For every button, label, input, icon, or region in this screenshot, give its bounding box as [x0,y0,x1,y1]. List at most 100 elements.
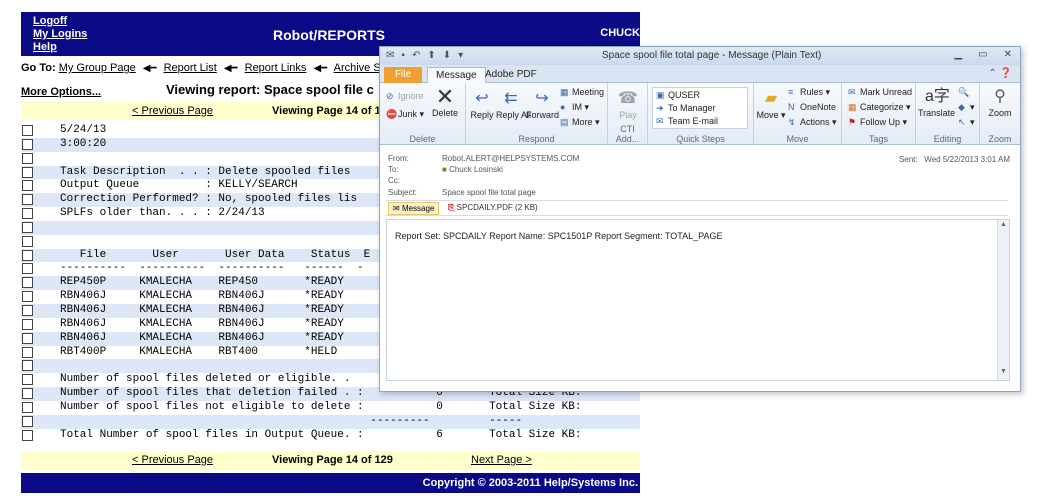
envelope-icon: ✉ [848,87,856,97]
reply-all-button[interactable]: ⇇ Reply All [496,89,531,120]
save-icon[interactable]: ▪ [401,50,405,61]
line-checkbox[interactable] [22,194,33,206]
report-line-text: --------- ----- [60,414,523,427]
junk-button[interactable]: ⛔Junk ▾ [386,109,424,120]
categorize-icon: ▦ [848,102,857,112]
pdf-icon: ⎘ [448,203,455,212]
line-checkbox[interactable] [22,235,33,247]
zoom-button[interactable]: ⚲ Zoom [984,87,1016,118]
tab-file[interactable]: File [384,67,422,83]
ignore-button[interactable]: ⊘ Ignore [386,91,424,102]
line-checkbox[interactable] [22,388,33,400]
delete-button[interactable]: ✕ Delete [428,86,462,119]
previous-page-link[interactable]: < Previous Page [132,105,213,117]
help-icon[interactable]: ⌃ ❓ [988,68,1012,79]
pdf-attachment[interactable]: ⎘ SPCDAILY.PDF (2 KB) [448,203,538,213]
message-body[interactable]: Report Set: SPCDAILY Report Name: SPC150… [386,219,1010,381]
viewing-report-title: Viewing report: Space spool file c [166,82,374,97]
to-value[interactable]: ■ Chuck Losinski [442,165,503,174]
message-header: From: Robot.ALERT@HELPSYSTEMS.COM Sent: … [380,146,1020,218]
rules-icon: ≡ [788,87,794,97]
help-link[interactable]: Help [33,41,87,54]
report-line-text: RBN406J KMALECHA RBN406J *READY [60,303,344,316]
message-attachment-tab[interactable]: ✉ Message [388,202,440,215]
undo-icon[interactable]: ↶ [412,50,420,61]
meeting-button[interactable]: ▦ Meeting [560,87,604,98]
line-checkbox[interactable] [22,277,33,289]
line-checkbox[interactable] [22,401,33,413]
move-button[interactable]: ▰ Move ▾ [756,89,786,121]
from-value[interactable]: Robot.ALERT@HELPSYSTEMS.COM [442,154,579,163]
logoff-link[interactable]: Logoff [33,15,87,28]
down-arrow-icon[interactable]: ⬇ [443,50,451,61]
actions-button[interactable]: ↯ Actions ▾ [788,117,837,128]
onenote-button[interactable]: N OneNote [788,102,836,112]
select-button[interactable]: ↖ ▾ [958,117,975,128]
more-options-link[interactable]: More Options... [21,86,101,98]
to-label: To: [388,165,399,174]
line-checkbox[interactable] [22,374,33,386]
goto-report-list-link[interactable]: Report List [164,62,217,74]
group-label: Zoom [988,134,1012,144]
report-line-text: SPLFs older than. . . : 2/24/13 [60,207,265,220]
translate-icon: a字 [925,88,950,105]
line-checkbox[interactable] [22,166,33,178]
close-icon[interactable]: ✕ [1004,49,1012,60]
related-button[interactable]: ◆ ▾ [958,102,975,113]
report-line-text: RBN406J KMALECHA RBN406J *READY [60,317,344,330]
rules-button[interactable]: ≡ Rules ▾ [788,87,830,98]
tab-adobe-pdf[interactable]: Adobe PDF [477,67,545,83]
minimize-icon[interactable]: ▁ [954,49,962,60]
customize-qat-icon[interactable]: ▾ [458,50,463,61]
actions-icon: ↯ [788,117,796,127]
line-checkbox[interactable] [22,429,33,441]
maximize-icon[interactable]: ▭ [978,49,987,60]
forward-button[interactable]: ↪ Forward [526,89,559,120]
line-checkbox[interactable] [22,332,33,344]
previous-page-link[interactable]: < Previous Page [132,454,213,466]
translate-button[interactable]: a字 Translate [918,87,955,118]
follow-up-button[interactable]: ⚑ Follow Up ▾ [848,117,907,128]
from-label: From: [388,154,409,163]
scroll-up-icon[interactable]: ▲ [998,221,1009,232]
line-checkbox[interactable] [22,304,33,316]
line-checkbox[interactable] [22,208,33,220]
categorize-button[interactable]: ▦ Categorize ▾ [848,102,911,113]
cc-label: Cc: [388,176,400,185]
goto-report-links-link[interactable]: Report Links [245,62,307,74]
line-checkbox[interactable] [22,318,33,330]
reply-all-icon: ⇇ [504,90,518,107]
line-checkbox[interactable] [22,263,33,275]
line-checkbox[interactable] [22,360,33,372]
line-checkbox[interactable] [22,346,33,358]
line-checkbox[interactable] [22,125,33,136]
more-respond-button[interactable]: ▤ More ▾ [560,117,600,128]
arrow-left-icon: ◀━ [223,63,238,74]
sent-info: Sent: Wed 5/22/2013 3:01 AM [899,155,1010,164]
im-button[interactable]: ● IM ▾ [560,102,589,113]
vertical-scrollbar[interactable]: ▲ ▼ [997,220,1009,380]
copyright-link[interactable]: Copyright © 2003-2011 Help/Systems Inc. [423,477,638,489]
my-logins-link[interactable]: My Logins [33,28,87,41]
up-arrow-icon[interactable]: ⬆ [427,50,435,61]
line-checkbox[interactable] [22,249,33,261]
quick-step-team-email[interactable]: ✉ Team E-mail [656,116,718,127]
next-page-link[interactable]: Next Page > [471,454,532,466]
mark-unread-button[interactable]: ✉ Mark Unread [848,87,912,98]
play-button[interactable]: ☎ Play [612,89,644,120]
line-checkbox[interactable] [22,180,33,192]
line-checkbox[interactable] [22,138,33,150]
line-checkbox[interactable] [22,415,33,427]
select-cursor-icon: ↖ [958,117,966,127]
reply-button[interactable]: ↩ Reply [468,89,496,120]
goto-my-group-page-link[interactable]: My Group Page [59,62,136,74]
line-checkbox[interactable] [22,221,33,233]
line-checkbox[interactable] [22,291,33,303]
quick-step-to-manager[interactable]: ➜ To Manager [656,103,716,114]
scroll-down-icon[interactable]: ▼ [998,368,1009,379]
find-icon: 🔍 [958,87,970,97]
quick-step-quser[interactable]: ▣ QUSER [656,90,700,101]
find-button[interactable]: 🔍 [958,87,970,98]
report-line-text: RBN406J KMALECHA RBN406J *READY [60,290,344,303]
line-checkbox[interactable] [22,152,33,164]
